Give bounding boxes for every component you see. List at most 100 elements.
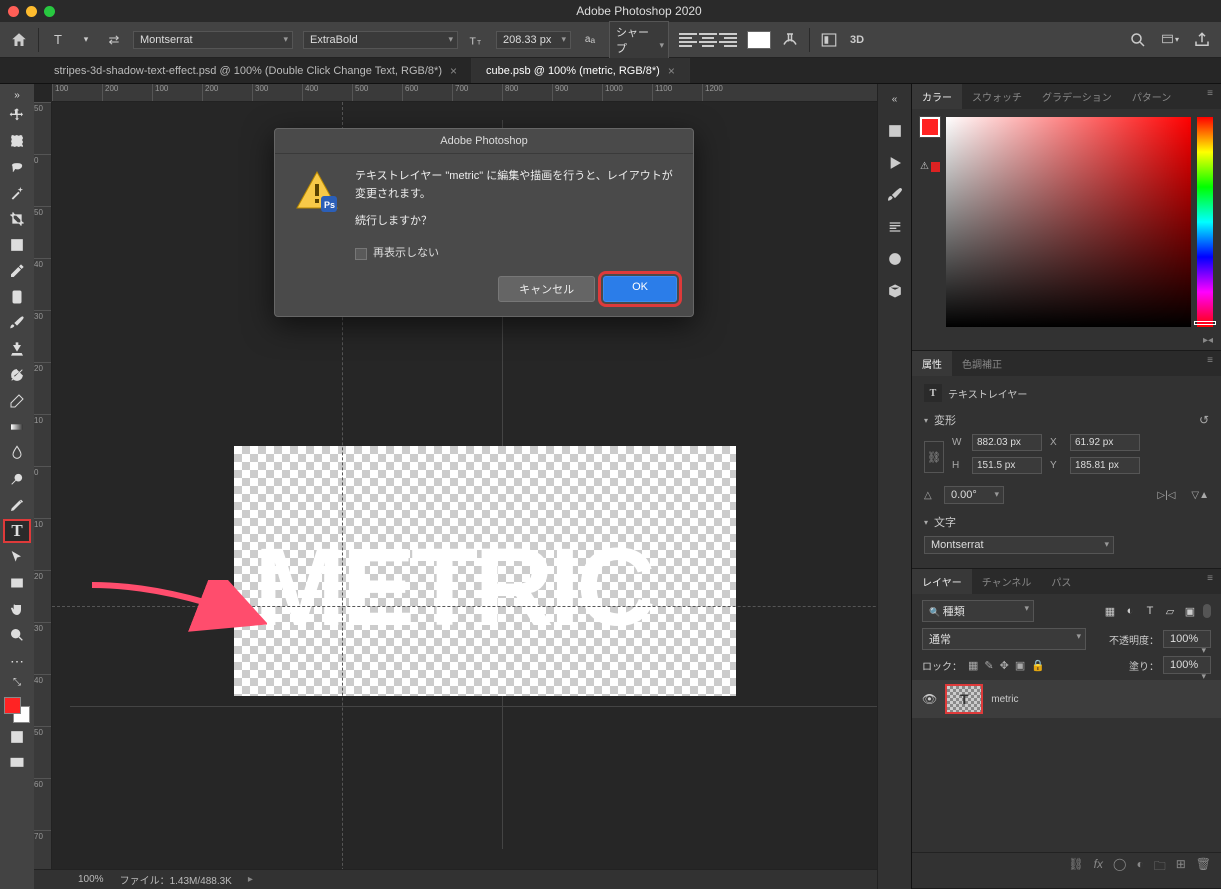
swatches-panel-icon[interactable] (884, 248, 906, 270)
panel-menu-icon[interactable]: ≡ (1199, 351, 1221, 376)
gradient-tool[interactable] (3, 415, 31, 439)
eraser-tool[interactable] (3, 389, 31, 413)
eyedropper-tool[interactable] (3, 259, 31, 283)
delete-layer-icon[interactable]: 🗑 (1196, 857, 1211, 878)
link-wh-icon[interactable]: ⛓ (924, 441, 944, 473)
lock-all-icon[interactable]: 🔒 (1031, 659, 1045, 672)
flip-horizontal-icon[interactable]: ▷|◁ (1157, 490, 1175, 501)
search-icon[interactable] (1129, 31, 1147, 49)
edit-toolbar-icon[interactable]: ⋯ (3, 649, 31, 673)
tab-properties[interactable]: 属性 (912, 351, 952, 376)
foreground-background-colors[interactable] (4, 697, 30, 723)
color-field[interactable] (946, 117, 1191, 327)
lock-position-icon[interactable]: ✥ (1000, 659, 1009, 672)
rectangle-tool[interactable] (3, 571, 31, 595)
lock-artboard-icon[interactable]: ▣ (1015, 659, 1025, 672)
magic-wand-tool[interactable] (3, 181, 31, 205)
dont-show-checkbox[interactable] (355, 248, 367, 260)
panel-menu-icon[interactable]: ≡ (1199, 569, 1221, 594)
brush-tool[interactable] (3, 311, 31, 335)
new-group-icon[interactable]: 🗀 (1154, 857, 1166, 878)
tab-adjustments[interactable]: 色調補正 (952, 351, 1012, 376)
zoom-tool[interactable] (3, 623, 31, 647)
marquee-tool[interactable] (3, 129, 31, 153)
font-weight-dropdown[interactable]: ExtraBold (303, 31, 458, 49)
paragraph-panel-icon[interactable] (884, 216, 906, 238)
layer-name[interactable]: metric (991, 694, 1018, 705)
hand-tool[interactable] (3, 597, 31, 621)
quick-mask-icon[interactable] (3, 725, 31, 749)
character-section-label[interactable]: 文字 (934, 514, 956, 530)
flip-vertical-icon[interactable]: ▽▲ (1191, 490, 1209, 501)
fill-input[interactable]: 100% (1163, 656, 1211, 674)
share-icon[interactable] (1193, 31, 1211, 49)
foreground-mini-swatch[interactable] (920, 117, 940, 137)
adjustment-layer-icon[interactable]: ◐ (1136, 857, 1143, 878)
tab-gradients[interactable]: グラデーション (1032, 84, 1122, 109)
tab-paths[interactable]: パス (1041, 569, 1081, 594)
zoom-level[interactable]: 100% (78, 874, 104, 885)
path-selection-tool[interactable] (3, 545, 31, 569)
layer-item[interactable]: 👁 T metric (912, 680, 1221, 718)
window-zoom-button[interactable] (44, 6, 55, 17)
align-center-button[interactable] (699, 32, 717, 48)
transform-section-label[interactable]: 変形 (934, 412, 956, 428)
frame-tool[interactable] (3, 233, 31, 257)
filter-type-icon[interactable]: T (1143, 604, 1157, 618)
align-right-button[interactable] (719, 32, 737, 48)
pen-tool[interactable] (3, 493, 31, 517)
reset-icon[interactable]: ↺ (1199, 413, 1209, 427)
history-brush-tool[interactable] (3, 363, 31, 387)
crop-tool[interactable] (3, 207, 31, 231)
tab-swatches[interactable]: スウォッチ (962, 84, 1032, 109)
file-info[interactable]: ファイル：1.43M/488.3K (120, 872, 232, 887)
layer-filter-dropdown[interactable]: 🔍 種類 (922, 600, 1034, 622)
lasso-tool[interactable] (3, 155, 31, 179)
close-tab-icon[interactable]: × (668, 64, 675, 78)
layer-visibility-icon[interactable]: 👁 (922, 692, 937, 706)
screen-mode-icon[interactable] (3, 751, 31, 775)
new-layer-icon[interactable]: ⊞ (1176, 857, 1186, 878)
document-tab-1[interactable]: stripes-3d-shadow-text-effect.psd @ 100%… (40, 58, 472, 83)
tool-preset-dropdown[interactable]: ▾ (77, 31, 95, 49)
dodge-tool[interactable] (3, 467, 31, 491)
home-icon[interactable] (10, 31, 28, 49)
3d-button[interactable]: 3D (848, 31, 866, 49)
x-input[interactable] (1070, 434, 1140, 451)
tab-channels[interactable]: チャンネル (972, 569, 1042, 594)
color-spectrum-toggle[interactable]: ▸◂ (912, 335, 1221, 350)
cancel-button[interactable]: キャンセル (498, 276, 595, 302)
type-tool[interactable]: T (3, 519, 31, 543)
font-family-dropdown[interactable]: Montserrat (133, 31, 293, 49)
tab-color[interactable]: カラー (912, 84, 962, 109)
brushes-panel-icon[interactable] (884, 184, 906, 206)
height-input[interactable] (972, 457, 1042, 474)
opacity-input[interactable]: 100% (1163, 630, 1211, 648)
document-tab-2[interactable]: cube.psb @ 100% (metric, RGB/8*) × (472, 58, 690, 83)
y-input[interactable] (1070, 457, 1140, 474)
workspace-dropdown-icon[interactable]: ▾ (1161, 31, 1179, 49)
text-color-swatch[interactable] (747, 31, 771, 49)
tab-layers[interactable]: レイヤー (912, 569, 972, 594)
lock-transparency-icon[interactable]: ▦ (968, 659, 978, 672)
expand-dock-icon[interactable]: « (884, 88, 906, 110)
toolbar-expand-icon[interactable]: » (14, 90, 20, 101)
actions-panel-icon[interactable] (884, 152, 906, 174)
props-font-dropdown[interactable]: Montserrat (924, 536, 1114, 554)
text-orientation-icon[interactable]: ⇄ (105, 31, 123, 49)
move-tool[interactable] (3, 103, 31, 127)
link-layers-icon[interactable]: ⛓ (1068, 857, 1083, 878)
gamut-warning-icon[interactable]: ⚠ (920, 161, 940, 172)
filter-shape-icon[interactable]: ▱ (1163, 604, 1177, 618)
width-input[interactable] (972, 434, 1042, 451)
history-panel-icon[interactable] (884, 120, 906, 142)
window-minimize-button[interactable] (26, 6, 37, 17)
close-tab-icon[interactable]: × (450, 64, 457, 78)
healing-brush-tool[interactable] (3, 285, 31, 309)
artboard[interactable]: METRIC (234, 446, 736, 696)
clone-stamp-tool[interactable] (3, 337, 31, 361)
character-panel-icon[interactable] (820, 31, 838, 49)
tab-patterns[interactable]: パターン (1122, 84, 1182, 109)
canvas-text-layer[interactable]: METRIC (254, 524, 652, 651)
layer-mask-icon[interactable]: ◯ (1113, 857, 1126, 878)
